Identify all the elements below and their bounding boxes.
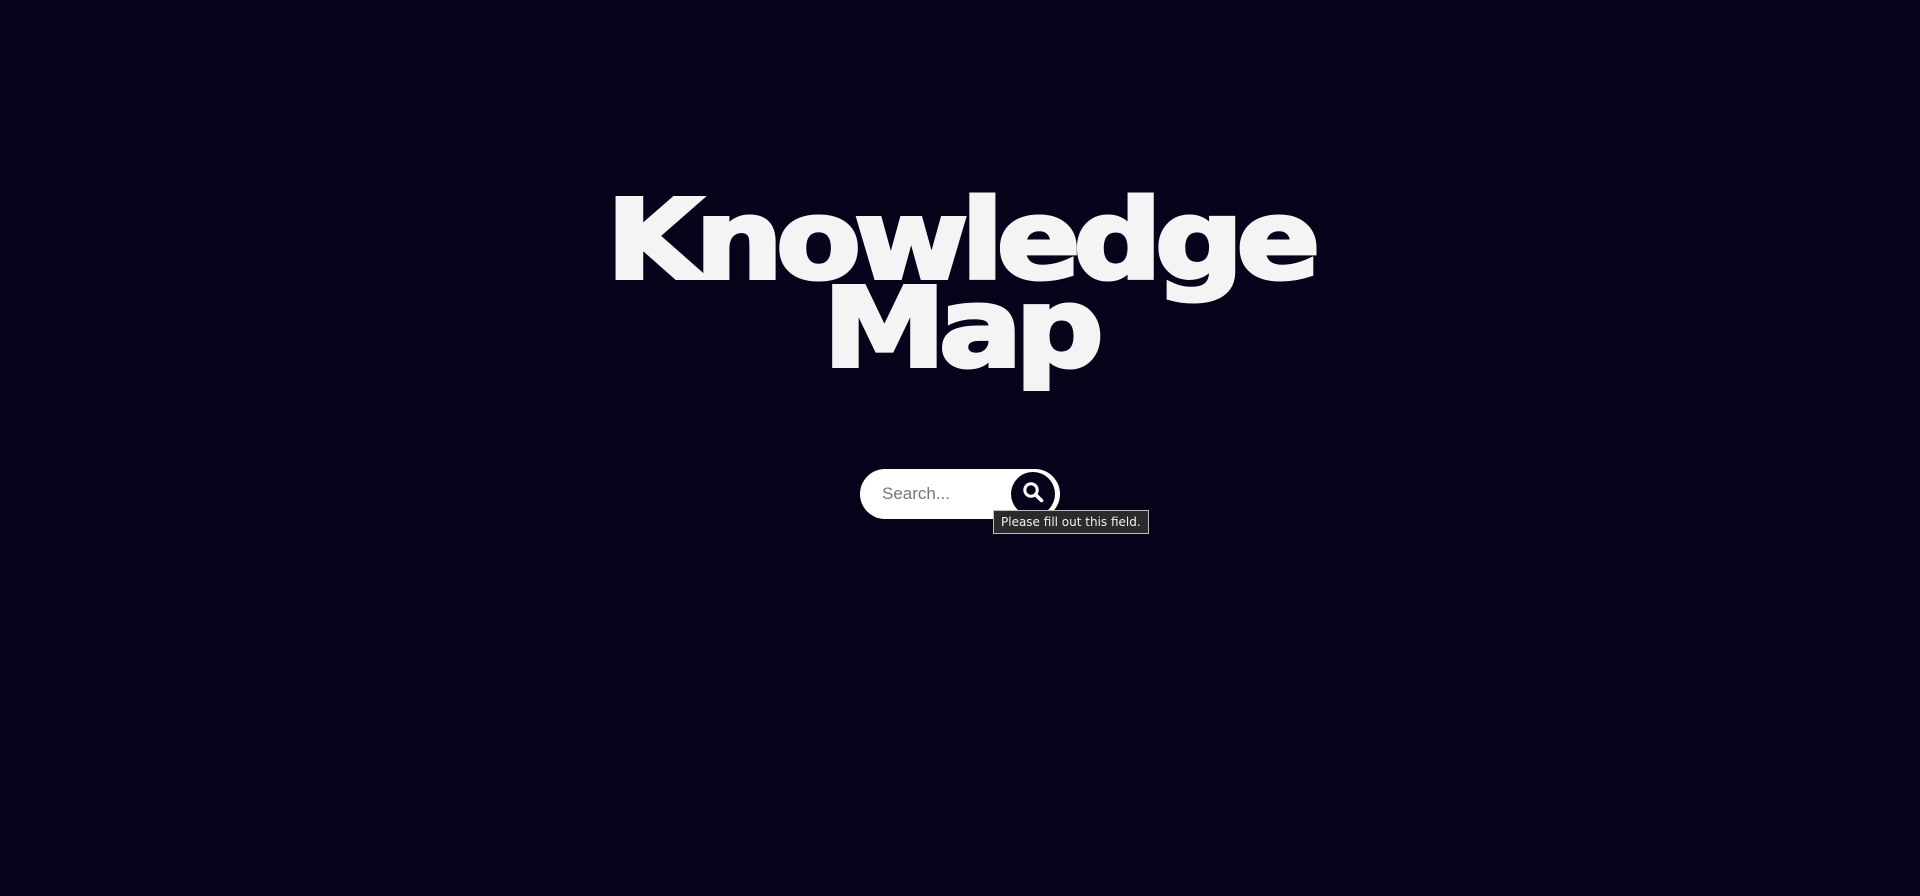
search-icon [1023, 482, 1044, 503]
validation-tooltip: Please fill out this field. [993, 510, 1149, 534]
page-title: Knowledge Map [0, 183, 1920, 392]
page-title-line-2: Map [821, 264, 1106, 392]
